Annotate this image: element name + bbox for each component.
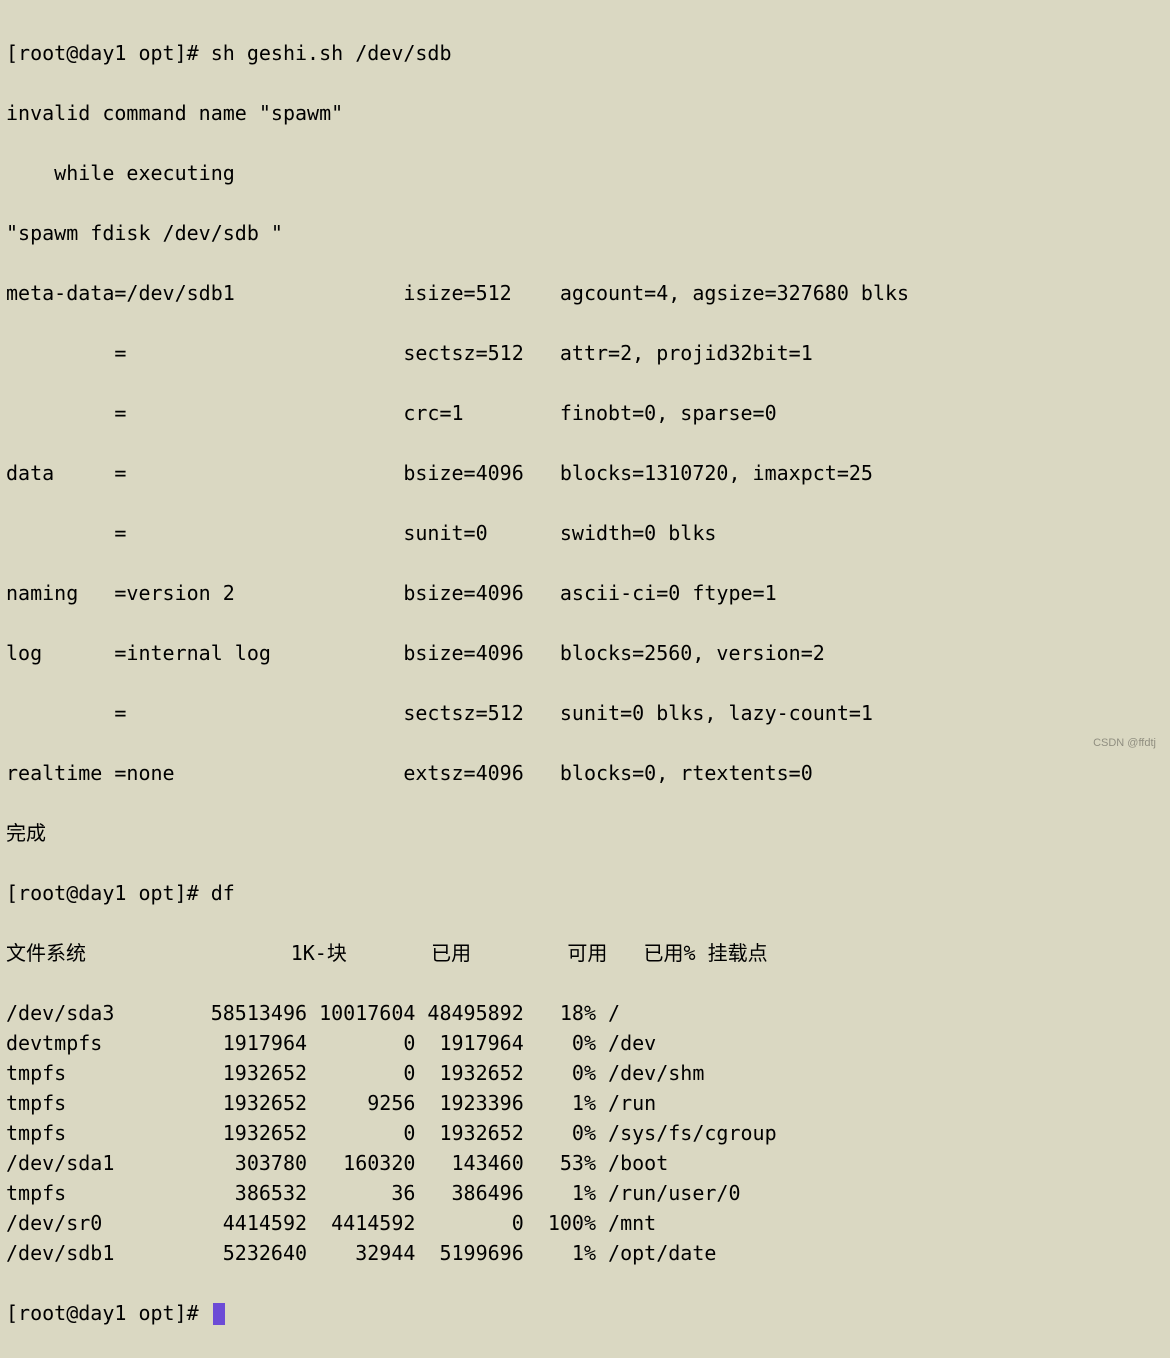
cursor [213,1303,225,1325]
done-line: 完成 [6,818,1170,848]
mkfs-output-line: log =internal log bsize=4096 blocks=2560… [6,638,1170,668]
mkfs-output-line: = sectsz=512 attr=2, projid32bit=1 [6,338,1170,368]
df-row: tmpfs 1932652 0 1932652 0% /dev/shm [6,1058,1170,1088]
mkfs-output-line: naming =version 2 bsize=4096 ascii-ci=0 … [6,578,1170,608]
df-row: /dev/sda3 58513496 10017604 48495892 18%… [6,998,1170,1028]
terminal-screen[interactable]: [root@day1 opt]# sh geshi.sh /dev/sdb in… [0,0,1170,1358]
df-row: tmpfs 1932652 9256 1923396 1% /run [6,1088,1170,1118]
mkfs-output-line: data = bsize=4096 blocks=1310720, imaxpc… [6,458,1170,488]
mkfs-output-line: = crc=1 finobt=0, sparse=0 [6,398,1170,428]
watermark: CSDN @ffdtj [1093,728,1156,758]
df-row: devtmpfs 1917964 0 1917964 0% /dev [6,1028,1170,1058]
df-row: /dev/sdb1 5232640 32944 5199696 1% /opt/… [6,1238,1170,1268]
error-line: invalid command name "spawm" [6,98,1170,128]
mkfs-output-line: meta-data=/dev/sdb1 isize=512 agcount=4,… [6,278,1170,308]
df-row: /dev/sda1 303780 160320 143460 53% /boot [6,1148,1170,1178]
mkfs-output-line: = sunit=0 swidth=0 blks [6,518,1170,548]
df-row: tmpfs 1932652 0 1932652 0% /sys/fs/cgrou… [6,1118,1170,1148]
shell-prompt-line: [root@day1 opt]# sh geshi.sh /dev/sdb [6,38,1170,68]
error-line: "spawm fdisk /dev/sdb " [6,218,1170,248]
error-line: while executing [6,158,1170,188]
mkfs-output-line: realtime =none extsz=4096 blocks=0, rtex… [6,758,1170,788]
df-row: tmpfs 386532 36 386496 1% /run/user/0 [6,1178,1170,1208]
mkfs-output-line: = sectsz=512 sunit=0 blks, lazy-count=1 [6,698,1170,728]
prompt-text: [root@day1 opt]# [6,1301,211,1325]
shell-prompt-line: [root@day1 opt]# df [6,878,1170,908]
shell-prompt-line[interactable]: [root@day1 opt]# [6,1298,1170,1328]
df-header-line: 文件系统 1K-块 已用 可用 已用% 挂载点 [6,938,1170,968]
df-row: /dev/sr0 4414592 4414592 0 100% /mnt [6,1208,1170,1238]
